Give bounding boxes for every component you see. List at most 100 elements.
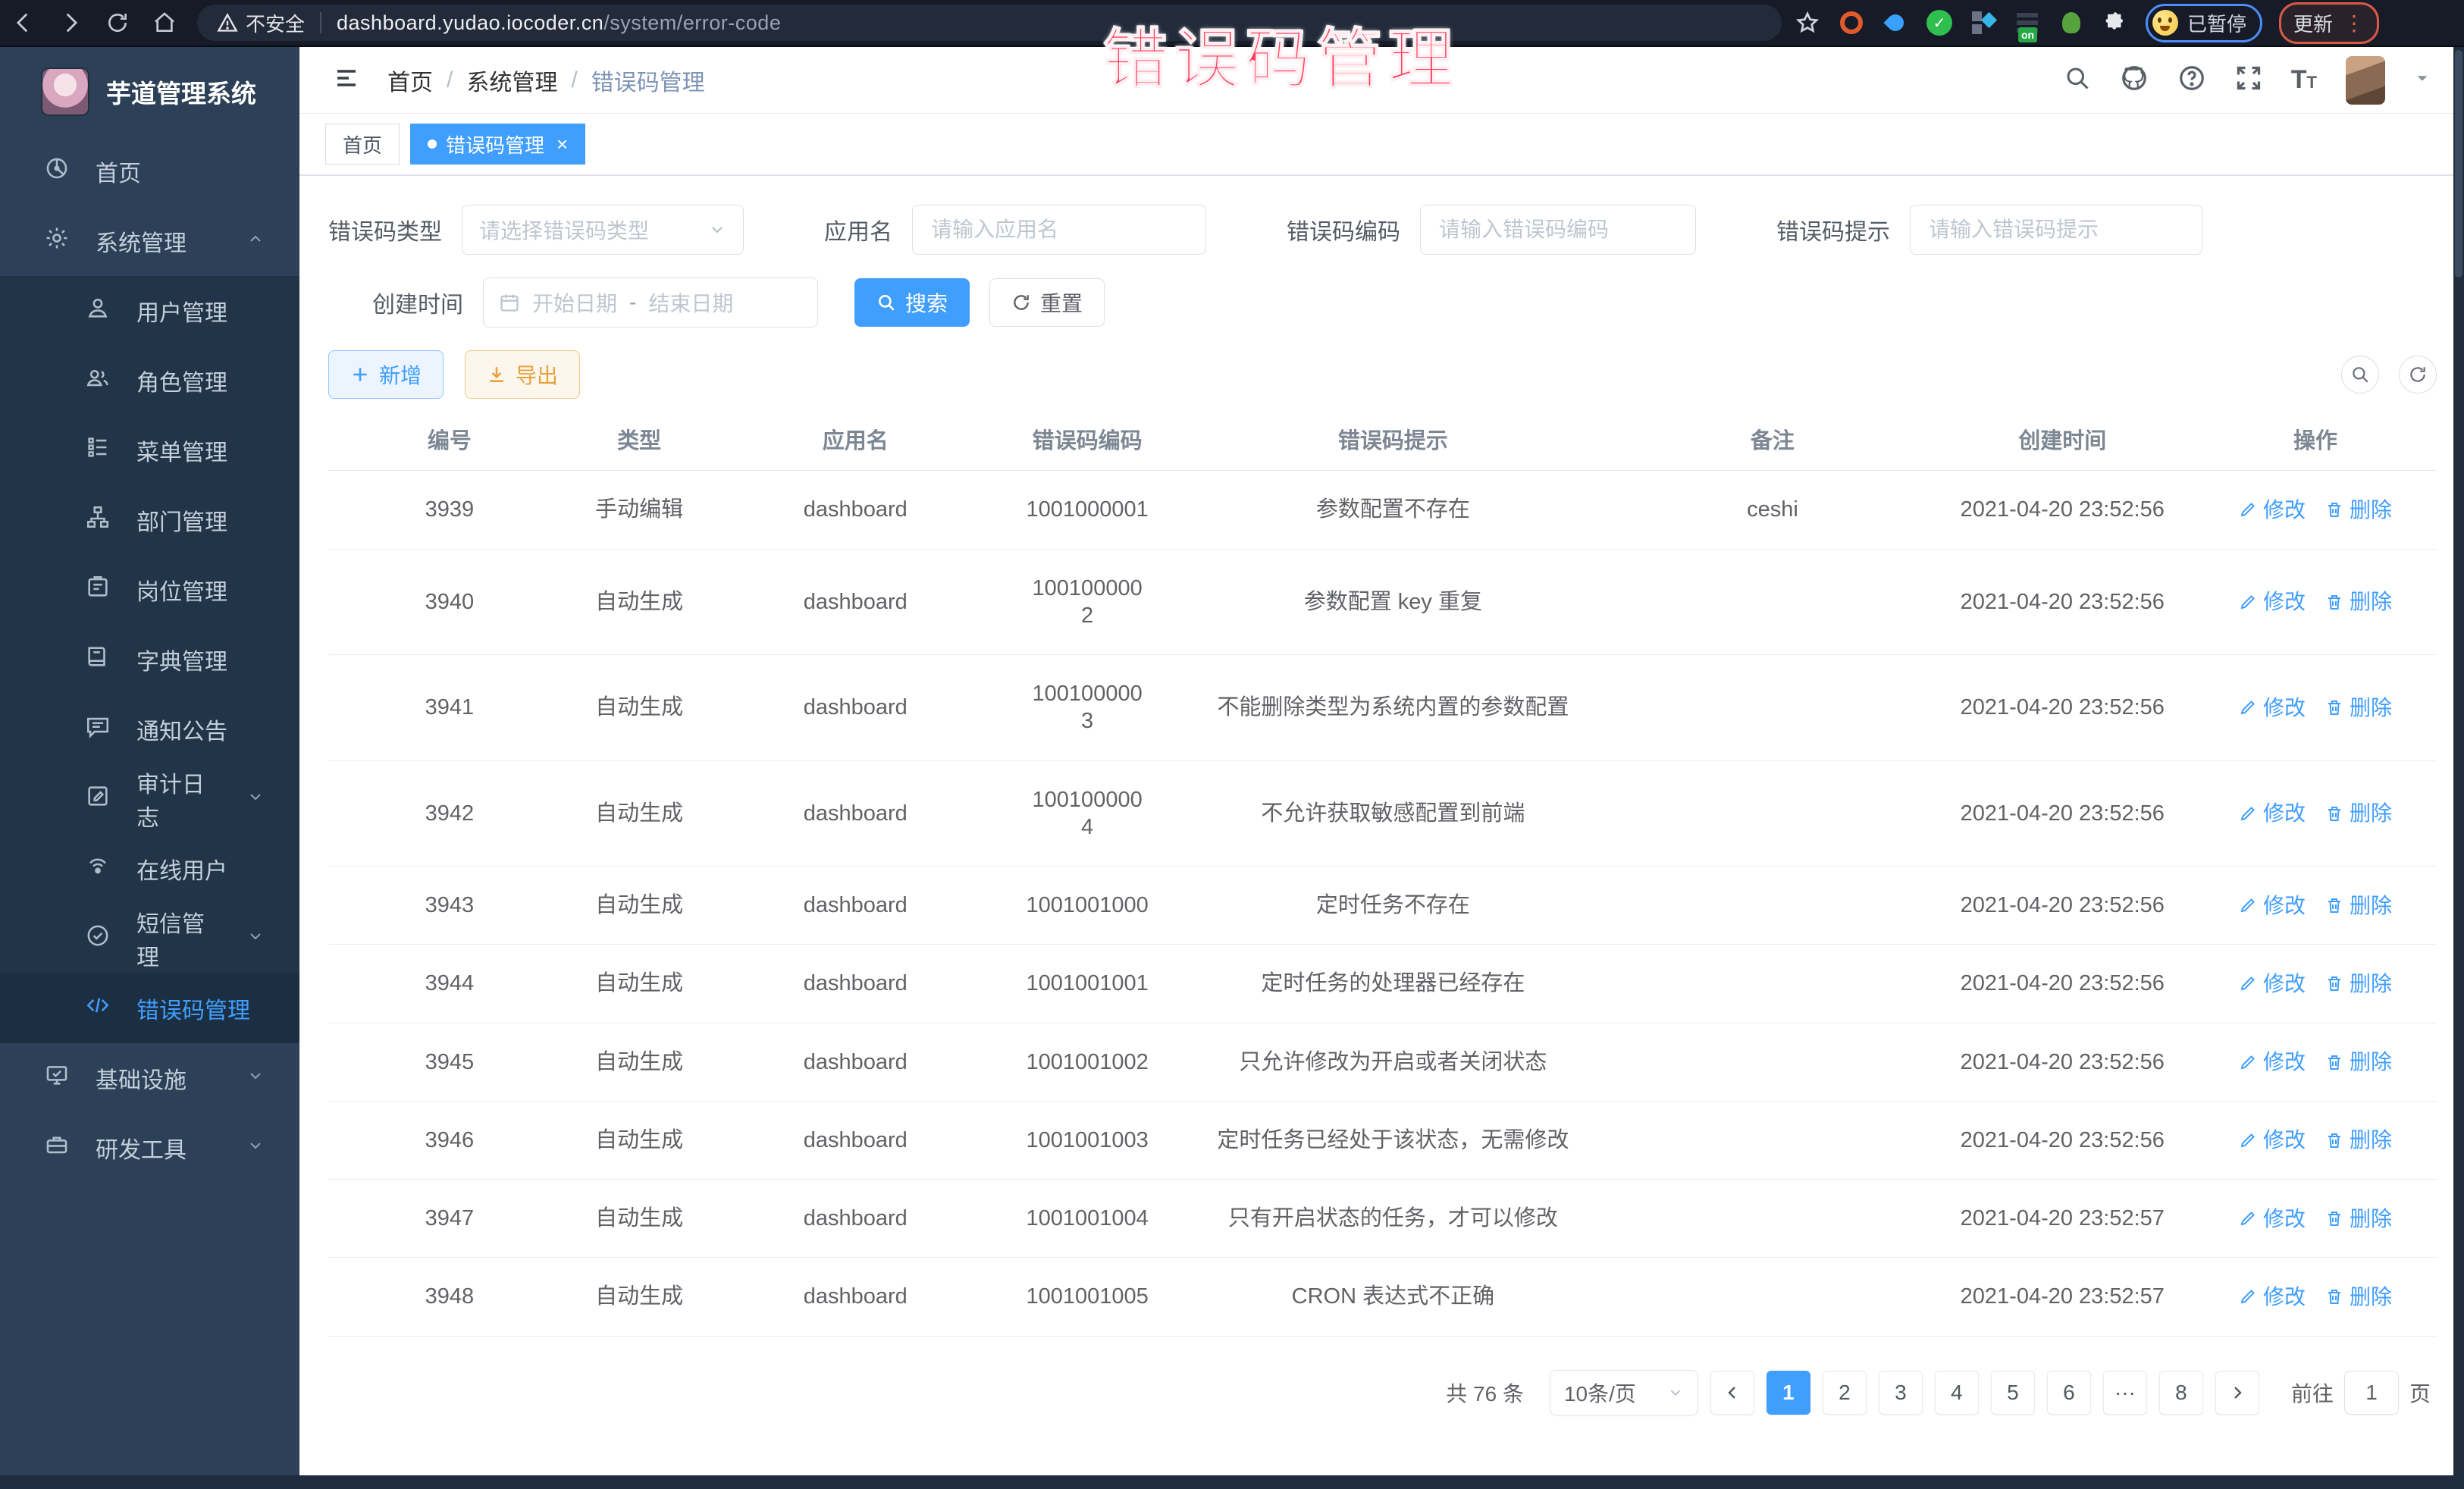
- sidebar-item-14[interactable]: 研发工具: [0, 1113, 299, 1183]
- delete-link[interactable]: 删除: [2325, 1049, 2392, 1075]
- extension-sprout-icon[interactable]: [2058, 9, 2085, 36]
- sidebar-item-10[interactable]: 在线用户: [0, 834, 299, 904]
- not-secure-warning[interactable]: 不安全: [217, 9, 305, 37]
- avatar[interactable]: [2346, 56, 2385, 105]
- cell-ops: 修改删除: [2194, 563, 2437, 640]
- show-search-icon[interactable]: [2341, 356, 2379, 393]
- edit-link[interactable]: 修改: [2239, 1127, 2306, 1153]
- sidebar-item-12[interactable]: 错误码管理: [0, 973, 299, 1043]
- sidebar-item-6[interactable]: 岗位管理: [0, 555, 299, 625]
- delete-link[interactable]: 删除: [2325, 1205, 2392, 1232]
- sidebar-item-5[interactable]: 部门管理: [0, 485, 299, 555]
- announce-icon: [85, 713, 111, 745]
- delete-link[interactable]: 删除: [2325, 497, 2392, 523]
- page-scrollbar[interactable]: [2453, 47, 2464, 1489]
- reset-button[interactable]: 重置: [989, 278, 1105, 327]
- date-range-picker[interactable]: 开始日期 - 结束日期: [483, 277, 818, 328]
- sidebar-item-0[interactable]: 首页: [0, 136, 299, 206]
- extensions-puzzle-icon[interactable]: [2102, 9, 2129, 36]
- forward-icon[interactable]: [47, 3, 94, 42]
- page-button-5[interactable]: 5: [1991, 1371, 2035, 1415]
- browser-update-button[interactable]: 更新 ⋮: [2279, 2, 2379, 44]
- search-button[interactable]: 搜索: [854, 278, 970, 327]
- extension-on-badge-icon[interactable]: on: [2014, 9, 2041, 36]
- close-tab-icon[interactable]: ×: [556, 133, 568, 156]
- delete-link[interactable]: 删除: [2325, 1284, 2392, 1310]
- extension-blocks-icon[interactable]: [1970, 9, 1997, 36]
- next-page-button[interactable]: [2215, 1371, 2259, 1415]
- extension-orange-icon[interactable]: [1838, 9, 1865, 36]
- delete-link[interactable]: 删除: [2325, 892, 2392, 919]
- edit-link[interactable]: 修改: [2239, 892, 2306, 919]
- edit-link[interactable]: 修改: [2239, 800, 2306, 826]
- export-button[interactable]: 导出: [465, 350, 580, 399]
- search-icon[interactable]: [2064, 64, 2091, 96]
- refresh-table-icon[interactable]: [2399, 356, 2437, 393]
- cell-ops: 修改删除: [2194, 867, 2437, 944]
- cell-ops: 修改删除: [2194, 1259, 2437, 1335]
- reload-icon[interactable]: [94, 3, 141, 42]
- edit-link[interactable]: 修改: [2239, 1205, 2306, 1232]
- sidebar-item-1[interactable]: 系统管理: [0, 206, 299, 276]
- date-label: 创建时间: [372, 286, 463, 319]
- app-name-input[interactable]: [913, 218, 1205, 242]
- github-icon[interactable]: [2120, 64, 2149, 96]
- url-text[interactable]: dashboard.yudao.iocoder.cn/system/error-…: [337, 11, 781, 35]
- sidebar-item-2[interactable]: 用户管理: [0, 276, 299, 346]
- sidebar-item-8[interactable]: 通知公告: [0, 694, 299, 764]
- edit-link[interactable]: 修改: [2239, 588, 2306, 615]
- delete-link[interactable]: 删除: [2325, 1127, 2392, 1153]
- fontsize-icon[interactable]: TT: [2291, 65, 2317, 95]
- delete-link[interactable]: 删除: [2325, 800, 2392, 826]
- page-size-select[interactable]: 10条/页: [1550, 1370, 1698, 1415]
- back-icon[interactable]: [0, 3, 47, 42]
- cell-id: 3939: [328, 471, 571, 548]
- page-button-6[interactable]: 6: [2047, 1371, 2091, 1415]
- delete-link[interactable]: 删除: [2325, 694, 2392, 721]
- edit-link[interactable]: 修改: [2239, 1049, 2306, 1075]
- page-button-4[interactable]: 4: [1935, 1371, 1979, 1415]
- error-code-input[interactable]: [1421, 218, 1695, 242]
- goto-page-input[interactable]: 1: [2344, 1371, 2399, 1415]
- extension-drop-icon[interactable]: [1882, 9, 1909, 36]
- breadcrumb-home[interactable]: 首页: [387, 64, 433, 97]
- sidebar-item-3[interactable]: 角色管理: [0, 346, 299, 415]
- help-icon[interactable]: [2177, 64, 2206, 96]
- browser-menu-icon[interactable]: ⋮: [2343, 11, 2365, 36]
- address-bar[interactable]: 不安全 dashboard.yudao.iocoder.cn/system/er…: [197, 5, 1782, 41]
- delete-link[interactable]: 删除: [2325, 588, 2392, 615]
- fullscreen-icon[interactable]: [2235, 64, 2262, 96]
- page-button-3[interactable]: 3: [1879, 1371, 1923, 1415]
- tab-home[interactable]: 首页: [325, 124, 400, 165]
- edit-link[interactable]: 修改: [2239, 694, 2306, 721]
- breadcrumb-system[interactable]: 系统管理: [466, 64, 557, 97]
- badge-icon: [85, 574, 111, 606]
- error-type-select[interactable]: 请选择错误码类型: [462, 205, 744, 255]
- tab-error-code[interactable]: 错误码管理 ×: [410, 124, 585, 165]
- page-button-8[interactable]: 8: [2159, 1371, 2203, 1415]
- page-button-2[interactable]: 2: [1823, 1371, 1867, 1415]
- logo[interactable]: 芋道管理系统: [0, 47, 299, 136]
- bookmark-star-icon[interactable]: [1794, 9, 1821, 36]
- page-button-1[interactable]: 1: [1766, 1371, 1810, 1415]
- home-icon[interactable]: [141, 3, 188, 42]
- collapse-sidebar-icon[interactable]: [333, 64, 360, 96]
- extension-green-icon[interactable]: ✓: [1926, 9, 1953, 36]
- sidebar-item-13[interactable]: 基础设施: [0, 1043, 299, 1113]
- edit-link[interactable]: 修改: [2239, 970, 2306, 997]
- edit-link[interactable]: 修改: [2239, 497, 2306, 523]
- scrollbar-thumb[interactable]: [2455, 50, 2462, 277]
- sidebar-item-11[interactable]: 短信管理: [0, 904, 299, 973]
- prev-page-button[interactable]: [1710, 1371, 1754, 1415]
- sidebar-item-7[interactable]: 字典管理: [0, 625, 299, 694]
- edit-link[interactable]: 修改: [2239, 1284, 2306, 1310]
- more-pages-button[interactable]: ···: [2103, 1371, 2147, 1415]
- sidebar-item-4[interactable]: 菜单管理: [0, 415, 299, 485]
- error-msg-input[interactable]: [1911, 218, 2202, 242]
- caret-down-icon[interactable]: [2414, 70, 2431, 90]
- delete-link[interactable]: 删除: [2325, 970, 2392, 997]
- browser-profile-chip[interactable]: 已暂停: [2146, 4, 2262, 42]
- add-button[interactable]: 新增: [328, 350, 444, 399]
- sidebar-item-9[interactable]: 审计日志: [0, 764, 299, 834]
- delete-icon: [2325, 1209, 2343, 1227]
